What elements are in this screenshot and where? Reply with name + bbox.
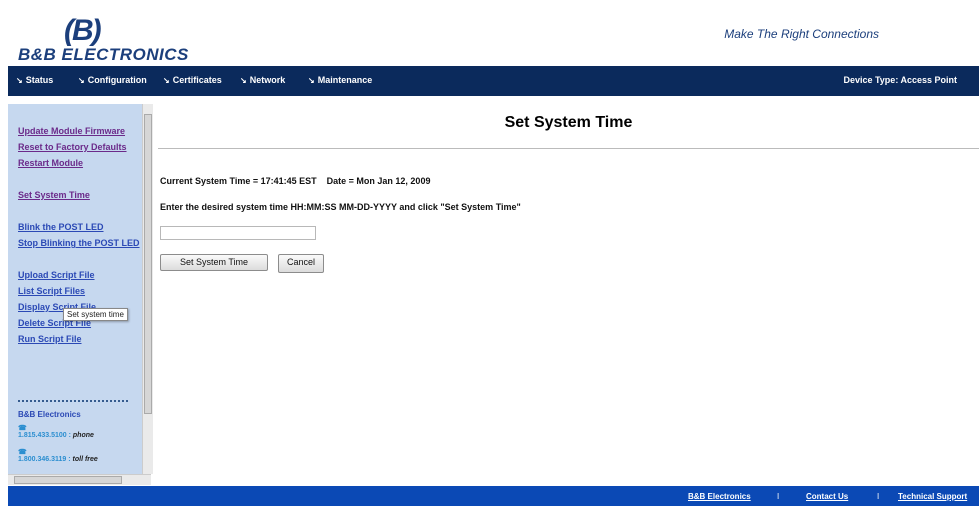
sidebar-item-set-system-time[interactable]: Set System Time [18, 190, 90, 200]
device-type: Device Type: Access Point [843, 75, 957, 85]
nav-arrow-icon: ↘ [78, 76, 85, 85]
sidebar-item-restart-module[interactable]: Restart Module [18, 158, 83, 168]
sidebar-item-list-scripts[interactable]: List Script Files [18, 286, 85, 296]
scrollbar-thumb[interactable] [144, 114, 152, 414]
logo-mark: (B) [64, 14, 102, 47]
system-time-input[interactable] [160, 226, 316, 240]
current-time-text: Current System Time = 17:41:45 EST Date … [160, 176, 431, 186]
sidebar-horizontal-scrollbar[interactable] [8, 474, 151, 485]
sidebar-item-blink-led[interactable]: Blink the POST LED [18, 222, 104, 232]
main-nav: ↘ Status ↘ Configuration ↘ Certificates ↘ Ne… [8, 66, 979, 96]
tagline: Make The Right Connections [724, 27, 879, 41]
footer-link-contact[interactable]: Contact Us [806, 492, 848, 501]
footer-separator: I [877, 492, 880, 501]
tollfree-number: 1.800.346.3119 [18, 456, 67, 463]
phone-label: phone [72, 432, 94, 439]
logo-text: B&B ELECTRONICS [18, 45, 189, 64]
sidebar: Update Module Firmware Reset to Factory … [8, 104, 151, 484]
nav-arrow-icon: ↘ [240, 76, 247, 85]
page-frame: (B) B&B ELECTRONICS Make The Right Conne… [8, 8, 979, 506]
set-system-time-button[interactable]: Set System Time [160, 254, 268, 271]
divider [158, 148, 979, 149]
contact-phone: ☎ 1.815.433.5100 : phone [18, 425, 94, 439]
nav-arrow-icon: ↘ [308, 76, 315, 85]
brand-logo: (B) B&B ELECTRONICS [18, 14, 198, 64]
nav-maintenance[interactable]: ↘ Maintenance [308, 75, 372, 85]
main-content: Set System Time Current System Time = 17… [158, 104, 979, 484]
instruction-text: Enter the desired system time HH:MM:SS M… [160, 202, 521, 212]
footer-link-support[interactable]: Technical Support [898, 492, 967, 501]
footer-link-bb[interactable]: B&B Electronics [688, 492, 751, 501]
nav-network[interactable]: ↘ Network [240, 75, 285, 85]
nav-configuration[interactable]: ↘ Configuration [78, 75, 147, 85]
sidebar-item-reset-defaults[interactable]: Reset to Factory Defaults [18, 142, 127, 152]
phone-icon: ☎ [18, 449, 27, 456]
contact-title[interactable]: B&B Electronics [18, 410, 81, 419]
nav-arrow-icon: ↘ [163, 76, 170, 85]
footer-separator: I [777, 492, 780, 501]
header: (B) B&B ELECTRONICS Make The Right Conne… [8, 8, 979, 66]
footer: B&B Electronics I Contact Us I Technical… [8, 486, 979, 506]
tooltip: Set system time [63, 308, 128, 321]
sidebar-vertical-scrollbar[interactable] [142, 104, 153, 474]
sidebar-item-update-firmware[interactable]: Update Module Firmware [18, 126, 125, 136]
phone-icon: ☎ [18, 425, 27, 432]
nav-certificates[interactable]: ↘ Certificates [163, 75, 222, 85]
tollfree-label: toll free [72, 456, 98, 463]
sidebar-divider [18, 400, 128, 402]
sidebar-item-stop-blink-led[interactable]: Stop Blinking the POST LED [18, 238, 140, 248]
sidebar-item-upload-script[interactable]: Upload Script File [18, 270, 95, 280]
phone-number: 1.815.433.5100 [18, 432, 67, 439]
contact-tollfree: ☎ 1.800.346.3119 : toll free [18, 449, 98, 463]
nav-status[interactable]: ↘ Status [16, 75, 53, 85]
nav-arrow-icon: ↘ [16, 76, 23, 85]
cancel-button[interactable]: Cancel [278, 254, 325, 273]
scrollbar-thumb[interactable] [14, 476, 122, 484]
sidebar-item-run-script[interactable]: Run Script File [18, 334, 82, 344]
page-title: Set System Time [504, 114, 633, 131]
